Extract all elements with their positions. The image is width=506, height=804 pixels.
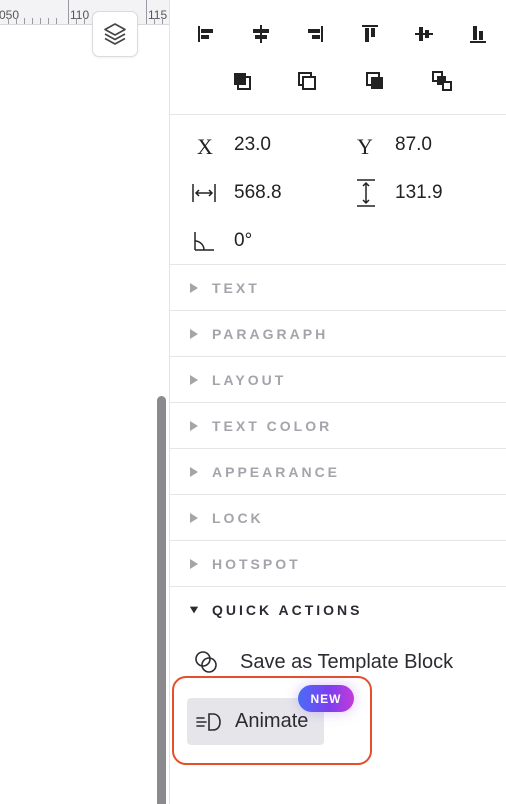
save-template-block-label: Save as Template Block [240,650,454,673]
align-bottom-icon [470,26,486,43]
arrange-toolbar [170,63,506,103]
layers-button[interactable] [92,11,138,57]
align-center-horizontal-icon [253,25,269,43]
align-middle-vertical-button[interactable] [406,16,442,52]
bring-to-front-icon [234,73,251,90]
section-hotspot[interactable]: HOTSPOT [170,540,506,586]
x-value-field[interactable]: 23.0 [234,134,271,156]
caret-right-icon [189,420,199,432]
align-bottom-button[interactable] [460,16,496,52]
width-value-field[interactable]: 568.8 [234,182,282,204]
bring-to-front-button[interactable] [224,63,260,99]
ruler-label: 110 [70,8,90,22]
rotation-value-field[interactable]: 0° [234,230,252,252]
group-objects-button[interactable] [424,63,460,99]
section-label: APPEARANCE [212,463,341,480]
rotation-angle-icon [194,232,214,251]
animate-label: Animate [235,710,309,732]
section-label: LAYOUT [212,371,287,388]
section-text-color[interactable]: TEXT COLOR [170,402,506,448]
section-quick-actions[interactable]: QUICK ACTIONS [170,586,506,632]
align-left-icon [198,26,213,42]
send-to-back-button[interactable] [289,63,325,99]
caret-right-icon [189,282,199,294]
section-label: HOTSPOT [212,555,301,572]
ruler-tick [24,18,25,24]
divider [170,114,506,115]
align-middle-vertical-icon [415,27,433,41]
group-objects-icon [432,71,452,91]
send-to-back-icon [298,72,316,90]
new-badge: NEW [298,685,354,712]
section-text[interactable]: TEXT [170,264,506,310]
caret-right-icon [189,558,199,570]
ruler-tick [16,18,17,24]
align-left-button[interactable] [188,16,224,52]
bring-forward-button[interactable] [357,63,393,99]
section-lock[interactable]: LOCK [170,494,506,540]
align-center-horizontal-button[interactable] [243,16,279,52]
bring-forward-icon [366,72,383,89]
ruler-tick [56,18,57,24]
caret-right-icon [189,328,199,340]
section-label: TEXT [212,279,260,296]
height-value-field[interactable]: 131.9 [395,182,443,204]
ruler-tick [32,18,33,24]
align-right-button[interactable] [297,16,333,52]
ruler-label: 115 [148,8,168,22]
height-icon [357,179,375,207]
align-top-button[interactable] [352,16,388,52]
save-template-block-action[interactable]: Save as Template Block [192,648,453,676]
section-label: QUICK ACTIONS [212,601,363,618]
section-label: LOCK [212,509,264,526]
ruler-tick [68,0,69,24]
canvas-area[interactable]: 050 110 115 [0,0,169,804]
section-label: TEXT COLOR [212,417,333,434]
ruler-tick [8,18,9,24]
y-label: Y [357,134,373,159]
alignment-toolbar [170,16,506,56]
ruler-tick [76,18,77,24]
section-layout[interactable]: LAYOUT [170,356,506,402]
ruler-tick [40,18,41,24]
animate-icon [196,712,221,731]
section-appearance[interactable]: APPEARANCE [170,448,506,494]
ruler-tick [146,0,147,24]
caret-right-icon [189,374,199,386]
caret-down-icon [189,605,199,615]
caret-right-icon [189,466,199,478]
x-label: X [197,134,213,159]
ruler-tick [154,18,155,24]
vertical-scrollbar[interactable] [157,396,166,804]
y-value-field[interactable]: 87.0 [395,134,432,156]
caret-right-icon [189,512,199,524]
section-paragraph[interactable]: PARAGRAPH [170,310,506,356]
ruler-tick [84,18,85,24]
template-block-icon [195,651,217,673]
layers-icon [104,23,126,45]
align-top-icon [362,25,378,42]
ruler-tick [48,18,49,24]
width-icon [192,184,216,202]
horizontal-ruler: 050 110 115 [0,0,169,25]
section-label: PARAGRAPH [212,325,329,342]
ruler-tick [162,18,163,24]
align-right-icon [308,26,323,42]
